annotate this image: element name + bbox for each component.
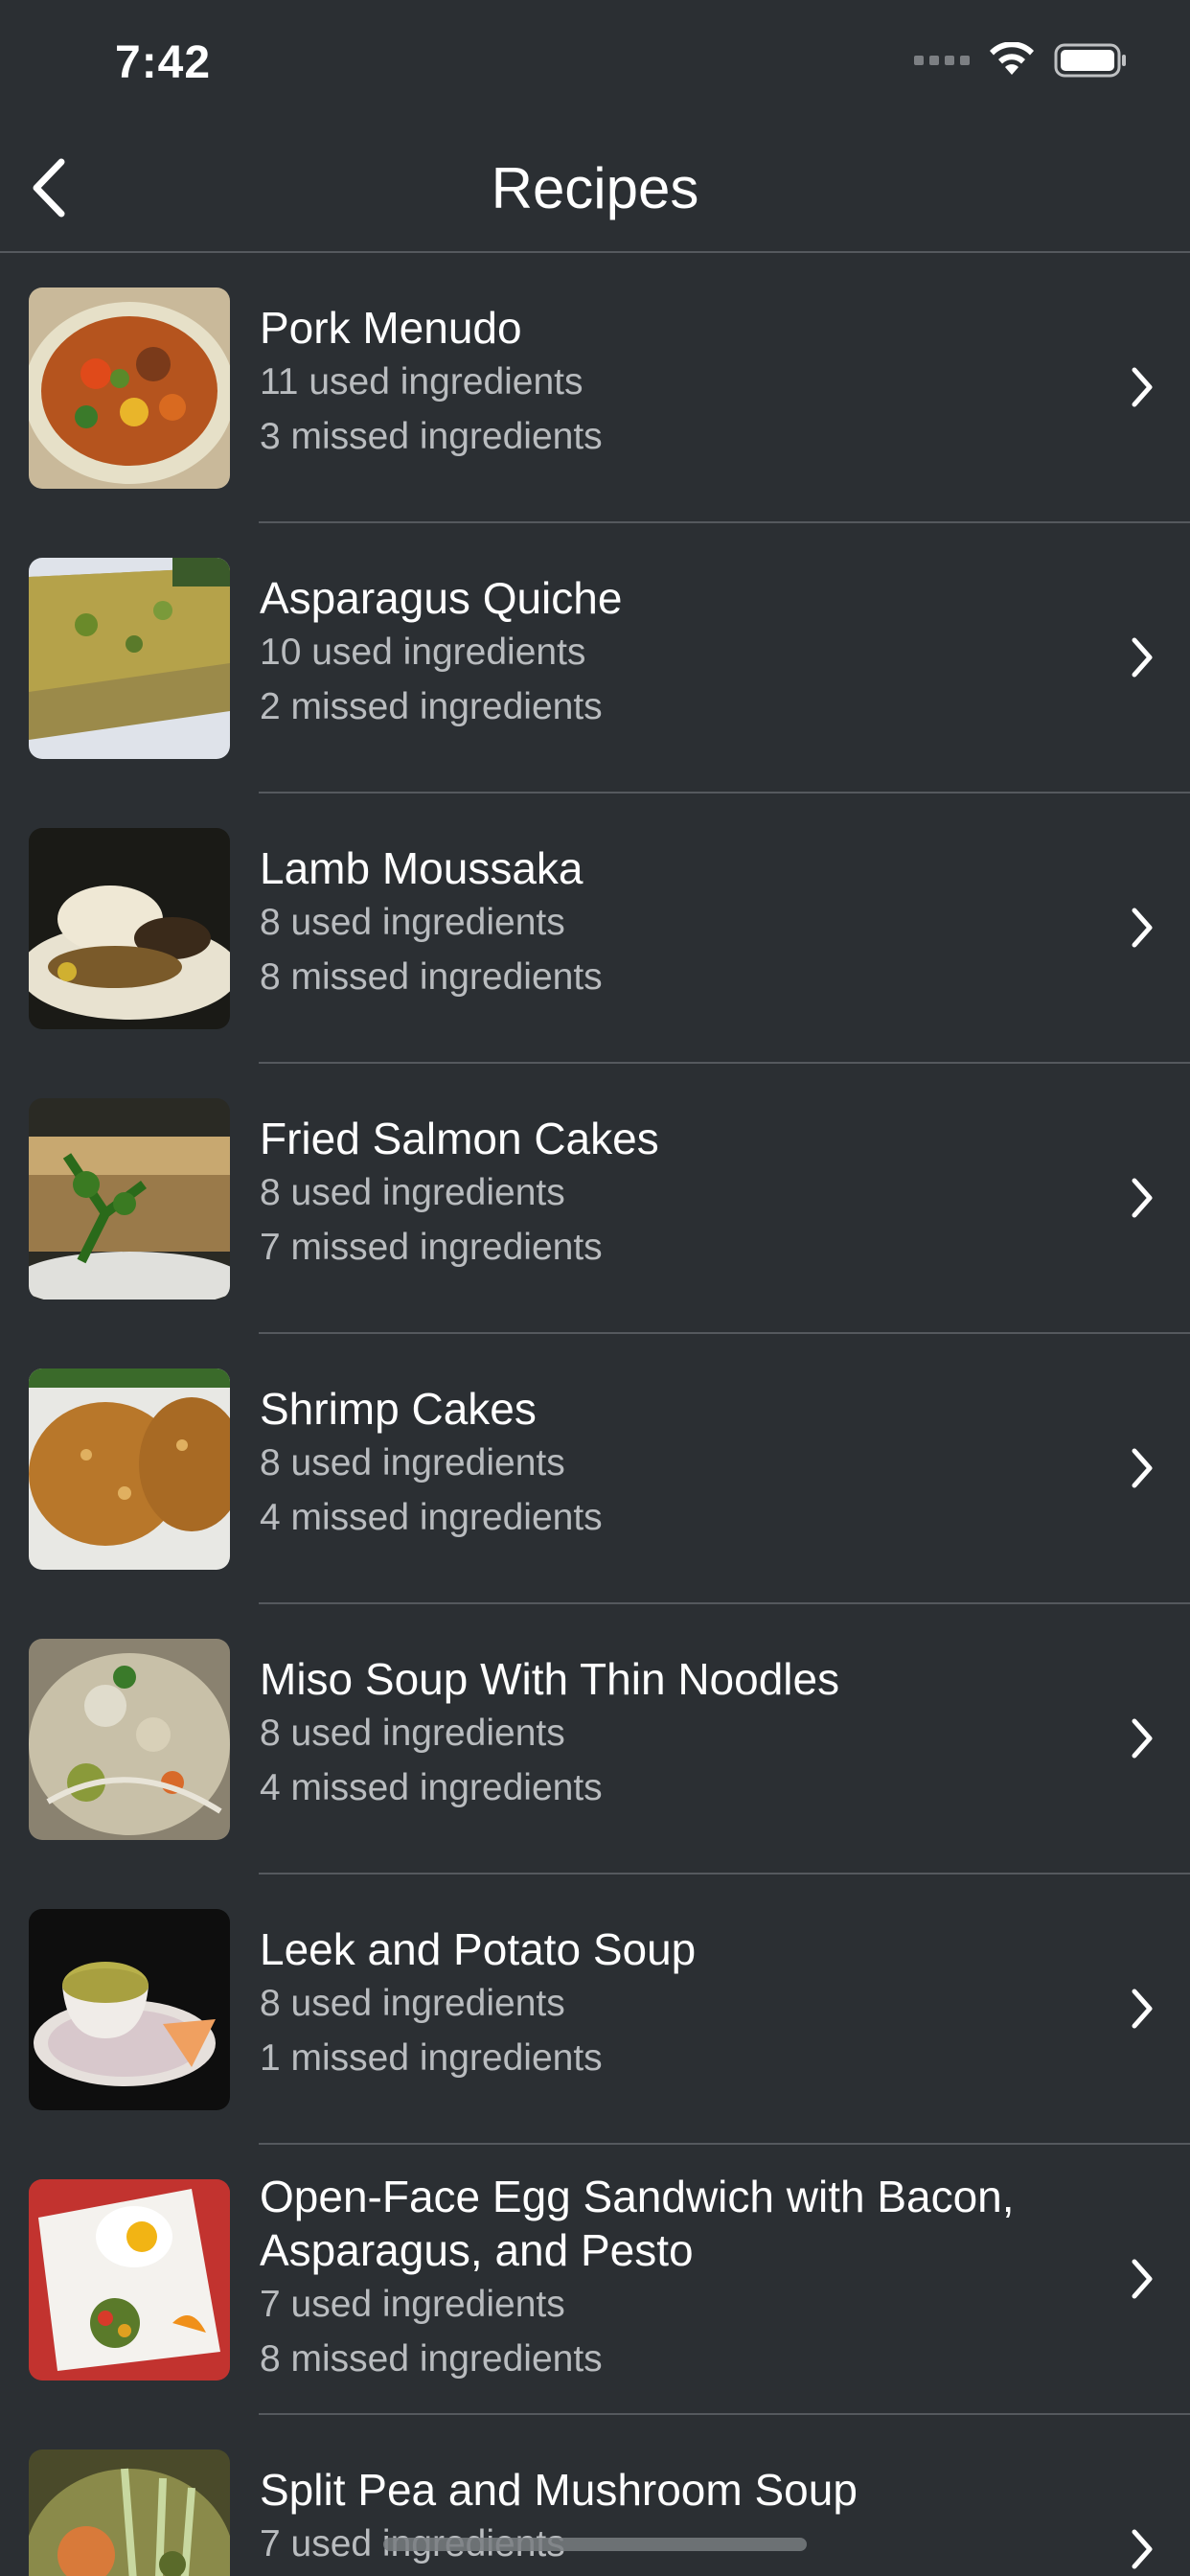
recipe-text: Pork Menudo 11 used ingredients 3 missed…	[260, 301, 1075, 464]
recipe-thumbnail	[29, 1639, 230, 1840]
recipe-thumbnail	[29, 2450, 230, 2576]
chevron-right-icon	[1132, 2259, 1153, 2299]
battery-icon	[1054, 43, 1126, 78]
recipe-text: Split Pea and Mushroom Soup 7 used ingre…	[260, 2463, 1075, 2571]
recipe-title: Asparagus Quiche	[260, 573, 623, 623]
missed-ingredients: 3 missed ingredients	[260, 416, 603, 457]
recipe-title: Shrimp Cakes	[260, 1384, 537, 1434]
recipe-thumbnail	[29, 2179, 230, 2380]
recipe-row[interactable]: Lamb Moussaka 8 used ingredients 8 misse…	[0, 794, 1190, 1064]
recipe-text: Miso Soup With Thin Noodles 8 used ingre…	[260, 1652, 1075, 1815]
recipe-row[interactable]: Split Pea and Mushroom Soup 7 used ingre…	[0, 2415, 1190, 2576]
chevron-right-icon	[1132, 1718, 1153, 1759]
recipe-row[interactable]: Open-Face Egg Sandwich with Bacon, Aspar…	[0, 2145, 1190, 2415]
recipe-row[interactable]: Asparagus Quiche 10 used ingredients 2 m…	[0, 523, 1190, 794]
recipe-row[interactable]: Pork Menudo 11 used ingredients 3 missed…	[0, 253, 1190, 523]
recipe-row[interactable]: Fried Salmon Cakes 8 used ingredients 7 …	[0, 1064, 1190, 1334]
home-indicator[interactable]	[383, 2538, 807, 2551]
used-ingredients: 10 used ingredients	[260, 632, 586, 673]
status-bar: 7:42	[0, 0, 1190, 126]
recipe-text: Fried Salmon Cakes 8 used ingredients 7 …	[260, 1112, 1075, 1275]
recipe-thumbnail	[29, 558, 230, 759]
recipe-list: Pork Menudo 11 used ingredients 3 missed…	[0, 253, 1190, 2576]
used-ingredients: 8 used ingredients	[260, 1983, 565, 2024]
wifi-icon	[990, 42, 1034, 75]
recipe-title: Pork Menudo	[260, 303, 522, 353]
used-ingredients: 8 used ingredients	[260, 1442, 565, 1484]
used-ingredients: 11 used ingredients	[260, 361, 584, 402]
status-time: 7:42	[115, 37, 212, 88]
missed-ingredients: 2 missed ingredients	[260, 686, 603, 727]
recipe-title: Miso Soup With Thin Noodles	[260, 1654, 840, 1704]
recipe-thumbnail	[29, 288, 230, 489]
recipe-thumbnail	[29, 828, 230, 1029]
used-ingredients: 8 used ingredients	[260, 902, 565, 943]
missed-ingredients: 4 missed ingredients	[260, 1497, 603, 1538]
recipe-thumbnail	[29, 1368, 230, 1570]
used-ingredients: 7 used ingredients	[260, 2284, 565, 2325]
recipe-text: Open-Face Egg Sandwich with Bacon, Aspar…	[260, 2170, 1075, 2386]
recipe-title: Fried Salmon Cakes	[260, 1114, 659, 1163]
chevron-right-icon	[1132, 637, 1153, 678]
recipe-thumbnail	[29, 1909, 230, 2110]
chevron-right-icon	[1132, 1448, 1153, 1488]
recipe-text: Leek and Potato Soup 8 used ingredients …	[260, 1922, 1075, 2085]
status-icons	[914, 42, 1129, 79]
navigation-bar: Recipes	[0, 126, 1190, 253]
recipe-title: Leek and Potato Soup	[260, 1924, 697, 1974]
recipe-title: Lamb Moussaka	[260, 843, 584, 893]
chevron-right-icon	[1132, 2529, 1153, 2569]
cellular-signal-icon	[914, 56, 970, 65]
missed-ingredients: 7 missed ingredients	[260, 1227, 603, 1268]
recipe-text: Asparagus Quiche 10 used ingredients 2 m…	[260, 571, 1075, 734]
recipe-title: Open-Face Egg Sandwich with Bacon, Aspar…	[260, 2172, 1015, 2275]
missed-ingredients: 1 missed ingredients	[260, 2037, 603, 2079]
page-title: Recipes	[491, 156, 699, 220]
chevron-right-icon	[1132, 1989, 1153, 2029]
recipe-row[interactable]: Leek and Potato Soup 8 used ingredients …	[0, 1874, 1190, 2145]
recipe-text: Shrimp Cakes 8 used ingredients 4 missed…	[260, 1382, 1075, 1545]
recipe-text: Lamb Moussaka 8 used ingredients 8 misse…	[260, 841, 1075, 1004]
recipes-screen: 7:42 Recipes Pork Menudo 11 used ingredi…	[0, 0, 1190, 2576]
missed-ingredients: 8 missed ingredients	[260, 2338, 603, 2380]
chevron-right-icon	[1132, 908, 1153, 948]
chevron-right-icon	[1132, 1178, 1153, 1218]
missed-ingredients: 4 missed ingredients	[260, 1767, 603, 1808]
recipe-row[interactable]: Miso Soup With Thin Noodles 8 used ingre…	[0, 1604, 1190, 1874]
recipe-title: Split Pea and Mushroom Soup	[260, 2465, 858, 2515]
recipe-row[interactable]: Shrimp Cakes 8 used ingredients 4 missed…	[0, 1334, 1190, 1604]
recipe-thumbnail	[29, 1098, 230, 1300]
used-ingredients: 8 used ingredients	[260, 1172, 565, 1213]
used-ingredients: 8 used ingredients	[260, 1713, 565, 1754]
missed-ingredients: 8 missed ingredients	[260, 956, 603, 998]
chevron-right-icon	[1132, 367, 1153, 407]
